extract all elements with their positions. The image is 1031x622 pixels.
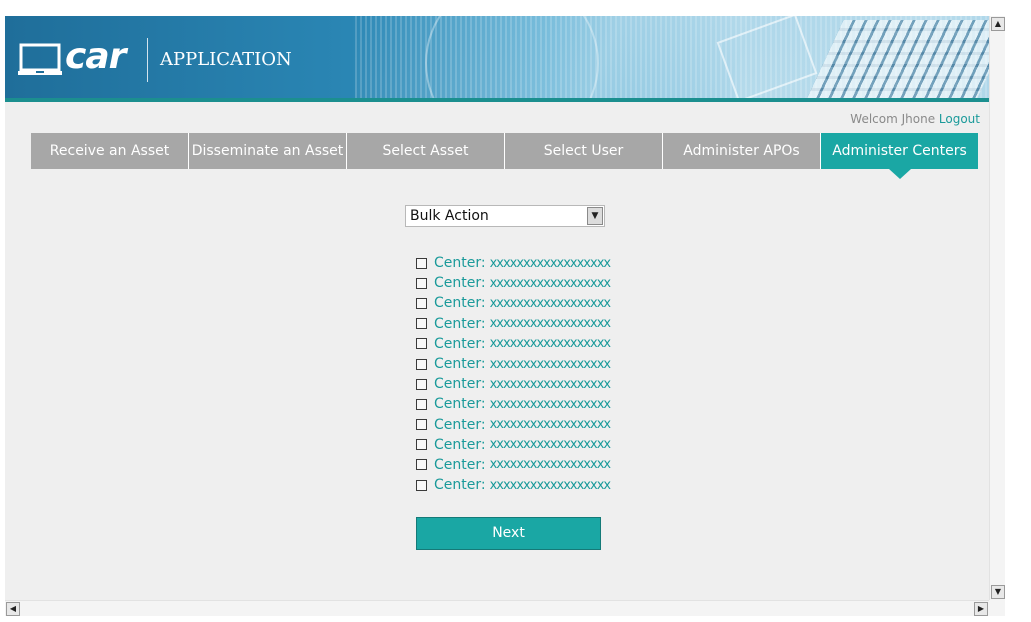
center-checkbox[interactable] xyxy=(416,419,427,431)
center-value: xxxxxxxxxxxxxxxxxx xyxy=(489,376,611,392)
list-item: Center: xxxxxxxxxxxxxxxxxx xyxy=(416,394,636,414)
center-checkbox[interactable] xyxy=(416,459,427,471)
center-label: Center: xyxy=(434,456,486,473)
center-value: xxxxxxxxxxxxxxxxxx xyxy=(489,477,611,493)
list-item: Center: xxxxxxxxxxxxxxxxxx xyxy=(416,334,636,354)
center-checkbox[interactable] xyxy=(416,257,427,269)
center-label: Center: xyxy=(434,477,486,494)
tab-select-asset[interactable]: Select Asset xyxy=(347,133,505,169)
list-item: Center: xxxxxxxxxxxxxxxxxx xyxy=(416,435,636,455)
center-checkbox[interactable] xyxy=(416,378,427,390)
center-value: xxxxxxxxxxxxxxxxxx xyxy=(489,336,611,352)
main-nav: Receive an Asset Disseminate an Asset Se… xyxy=(31,133,978,179)
center-label: Center: xyxy=(434,436,486,453)
center-value: xxxxxxxxxxxxxxxxxx xyxy=(489,295,611,311)
center-value: xxxxxxxxxxxxxxxxxx xyxy=(489,437,611,453)
app-title: APPLICATION xyxy=(160,49,292,70)
center-checkbox[interactable] xyxy=(416,439,427,451)
arrow-right-icon[interactable]: ▶ xyxy=(974,602,988,616)
list-item: Center: xxxxxxxxxxxxxxxxxx xyxy=(416,455,636,475)
tab-administer-centers[interactable]: Administer Centers xyxy=(821,133,978,179)
list-item: Center: xxxxxxxxxxxxxxxxxx xyxy=(416,253,636,273)
bulk-action-selected: Bulk Action xyxy=(410,208,489,224)
vertical-scrollbar[interactable]: ▲ ▼ xyxy=(989,16,1005,600)
list-item: Center: xxxxxxxxxxxxxxxxxx xyxy=(416,354,636,374)
scrollbar-corner xyxy=(989,600,1005,616)
list-item: Center: xxxxxxxxxxxxxxxxxx xyxy=(416,314,636,334)
center-label: Center: xyxy=(434,356,486,373)
tab-select-user[interactable]: Select User xyxy=(505,133,663,169)
center-value: xxxxxxxxxxxxxxxxxx xyxy=(489,417,611,433)
laptop-icon xyxy=(18,43,62,75)
center-checkbox[interactable] xyxy=(416,479,427,491)
center-value: xxxxxxxxxxxxxxxxxx xyxy=(489,275,611,291)
list-item: Center: xxxxxxxxxxxxxxxxxx xyxy=(416,475,636,495)
next-button[interactable]: Next xyxy=(416,517,601,550)
center-checkbox[interactable] xyxy=(416,358,427,370)
tab-disseminate-asset[interactable]: Disseminate an Asset xyxy=(189,133,347,169)
center-value: xxxxxxxxxxxxxxxxxx xyxy=(489,255,611,271)
arrow-down-icon[interactable]: ▼ xyxy=(991,585,1005,599)
welcome-bar: Welcom Jhone Logout xyxy=(850,112,980,126)
welcome-text: Welcom Jhone xyxy=(850,112,936,126)
arrow-left-icon[interactable]: ◀ xyxy=(6,602,20,616)
center-label: Center: xyxy=(434,376,486,393)
center-checkbox[interactable] xyxy=(416,277,427,289)
active-tab-pointer xyxy=(888,169,911,179)
chevron-down-icon[interactable]: ▼ xyxy=(587,207,603,225)
center-label: Center: xyxy=(434,396,486,413)
center-value: xxxxxxxxxxxxxxxxxx xyxy=(489,316,611,332)
center-label: Center: xyxy=(434,416,486,433)
center-checkbox[interactable] xyxy=(416,338,427,350)
center-value: xxxxxxxxxxxxxxxxxx xyxy=(489,396,611,412)
list-item: Center: xxxxxxxxxxxxxxxxxx xyxy=(416,374,636,394)
bulk-action-select[interactable]: Bulk Action ▼ xyxy=(405,205,605,227)
horizontal-scrollbar[interactable]: ◀ ▶ xyxy=(5,600,989,616)
center-checkbox[interactable] xyxy=(416,398,427,410)
logo-text: car xyxy=(65,36,126,77)
page-viewport: car APPLICATION Welcom Jhone Logout Rece… xyxy=(5,16,989,600)
center-label: Center: xyxy=(434,255,486,272)
center-label: Center: xyxy=(434,295,486,312)
center-label: Center: xyxy=(434,335,486,352)
logo-divider xyxy=(147,38,148,82)
arrow-up-icon[interactable]: ▲ xyxy=(991,17,1005,31)
header-decoration xyxy=(425,16,599,98)
list-item: Center: xxxxxxxxxxxxxxxxxx xyxy=(416,415,636,435)
tab-receive-asset[interactable]: Receive an Asset xyxy=(31,133,189,169)
app-header: car APPLICATION xyxy=(5,16,989,102)
center-label: Center: xyxy=(434,315,486,332)
center-value: xxxxxxxxxxxxxxxxxx xyxy=(489,356,611,372)
center-checkbox[interactable] xyxy=(416,297,427,309)
logout-link[interactable]: Logout xyxy=(939,112,980,126)
center-value: xxxxxxxxxxxxxxxxxx xyxy=(489,457,611,473)
tab-label: Administer Centers xyxy=(832,143,967,159)
center-checkbox[interactable] xyxy=(416,318,427,330)
center-list: Center: xxxxxxxxxxxxxxxxxx Center: xxxxxxx… xyxy=(416,253,636,495)
center-label: Center: xyxy=(434,275,486,292)
tab-administer-apos[interactable]: Administer APOs xyxy=(663,133,821,169)
list-item: Center: xxxxxxxxxxxxxxxxxx xyxy=(416,273,636,293)
list-item: Center: xxxxxxxxxxxxxxxxxx xyxy=(416,293,636,313)
